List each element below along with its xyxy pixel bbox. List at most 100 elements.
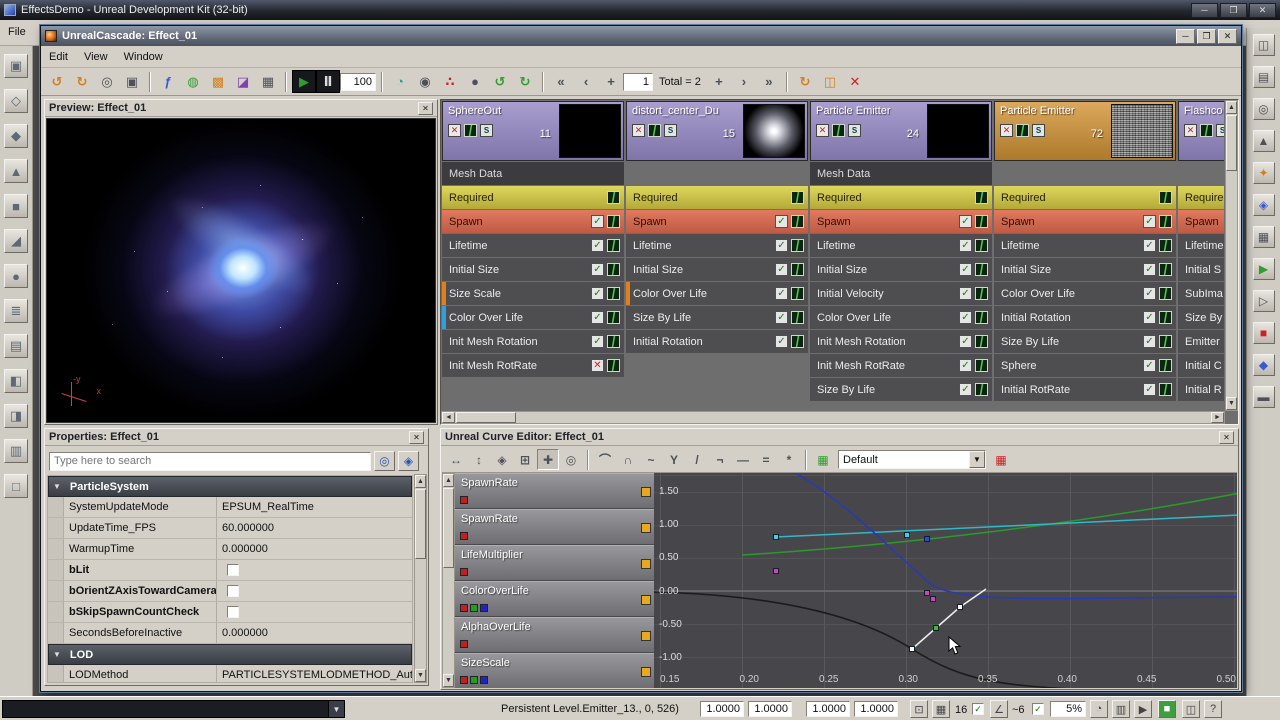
content-browser-icon[interactable]: ▤ bbox=[1253, 66, 1275, 88]
create-tab-icon[interactable]: ▦ bbox=[812, 449, 834, 470]
module-row[interactable]: Lifetime bbox=[626, 234, 808, 257]
cascade-minimize-button[interactable]: ─ bbox=[1176, 29, 1195, 44]
module-enabled-checkbox[interactable] bbox=[775, 335, 788, 348]
tangent-auto-icon[interactable]: ⌒ bbox=[594, 449, 616, 470]
property-value[interactable]: 60.000000 bbox=[216, 518, 412, 538]
emitter-enabled-checkbox[interactable]: ✕ bbox=[816, 124, 829, 137]
brush-cylinder-icon[interactable]: ● bbox=[4, 264, 28, 288]
property-value[interactable] bbox=[216, 581, 412, 601]
curve-channel-toggle[interactable] bbox=[480, 604, 488, 612]
fit-all-icon[interactable]: ◈ bbox=[491, 449, 513, 470]
matinee-icon[interactable]: ▬ bbox=[1253, 386, 1275, 408]
module-curve-icon[interactable] bbox=[1159, 287, 1172, 300]
module-curve-icon[interactable] bbox=[607, 335, 620, 348]
module-enabled-checkbox[interactable] bbox=[1143, 335, 1156, 348]
module-row[interactable]: Initial Size bbox=[994, 258, 1176, 281]
module-curve-icon[interactable] bbox=[607, 263, 620, 276]
drag-grid-icon[interactable]: ▦ bbox=[932, 700, 950, 718]
motion-radius-icon[interactable]: ◍ bbox=[181, 70, 205, 93]
build-paths-icon[interactable]: ◈ bbox=[1253, 194, 1275, 216]
menu-item[interactable]: View bbox=[76, 51, 116, 63]
module-enabled-checkbox[interactable] bbox=[959, 239, 972, 252]
play-on-device-icon[interactable]: ▷ bbox=[1253, 290, 1275, 312]
kismet-icon[interactable]: ◆ bbox=[1253, 354, 1275, 376]
module-curve-icon[interactable] bbox=[975, 191, 988, 204]
module-row[interactable]: Initial Rotation bbox=[994, 306, 1176, 329]
realtime-icon[interactable]: ◉ bbox=[413, 70, 437, 93]
lod-duplicate-icon[interactable]: ◫ bbox=[818, 70, 842, 93]
zoom-mode-icon[interactable]: ◎ bbox=[560, 449, 582, 470]
autosave-icon[interactable]: ◔ bbox=[1090, 700, 1108, 718]
emitter-curve-icon[interactable] bbox=[464, 124, 477, 137]
property-checkbox[interactable] bbox=[227, 585, 239, 597]
module-enabled-checkbox[interactable] bbox=[775, 215, 788, 228]
advanced-search-icon[interactable]: ◈ bbox=[398, 451, 419, 471]
property-value[interactable] bbox=[216, 602, 412, 622]
module-row[interactable]: Mesh Data bbox=[442, 162, 624, 185]
property-row[interactable]: ▼ ParticleSystem bbox=[48, 476, 412, 497]
sim-speed-field[interactable]: 100 bbox=[340, 73, 376, 91]
module-enabled-checkbox[interactable] bbox=[959, 287, 972, 300]
lod-insert-after-button[interactable]: + bbox=[707, 70, 731, 93]
brush-cube-icon[interactable]: ■ bbox=[4, 194, 28, 218]
loop-icon[interactable]: ◔ bbox=[388, 70, 412, 93]
orbit-mode-icon[interactable]: ƒ bbox=[156, 70, 180, 93]
redo-icon[interactable]: ↻ bbox=[513, 70, 537, 93]
preview-viewport[interactable]: x -y bbox=[46, 118, 436, 423]
emitter-column[interactable]: Particle Emitter ✕ S 24 Mesh Data bbox=[810, 101, 992, 410]
module-enabled-checkbox[interactable] bbox=[775, 263, 788, 276]
save-thumbnail-icon[interactable]: ▣ bbox=[120, 70, 144, 93]
module-curve-icon[interactable] bbox=[1159, 335, 1172, 348]
module-row[interactable] bbox=[1178, 162, 1224, 185]
brush-stairs-icon[interactable]: ≣ bbox=[4, 299, 28, 323]
emitter-enabled-checkbox[interactable]: ✕ bbox=[632, 124, 645, 137]
curve-visibility-toggle[interactable] bbox=[641, 559, 651, 569]
module-curve-icon[interactable] bbox=[975, 359, 988, 372]
module-curve-icon[interactable] bbox=[975, 335, 988, 348]
module-enabled-checkbox[interactable] bbox=[1143, 239, 1156, 252]
curve-visibility-toggle[interactable] bbox=[641, 595, 651, 605]
emitter-header[interactable]: distort_center_Du ✕ S 15 bbox=[626, 101, 808, 161]
file-menu[interactable]: File bbox=[8, 26, 26, 38]
property-row[interactable]: ▼ bOrientZAxisTowardCamera bbox=[48, 581, 412, 602]
module-row[interactable]: Sphere bbox=[994, 354, 1176, 377]
emitter-curve-icon[interactable] bbox=[648, 124, 661, 137]
module-row[interactable]: Size By bbox=[1178, 306, 1224, 329]
curve-channel-toggle[interactable] bbox=[460, 532, 468, 540]
show-all-tangents-icon[interactable]: * bbox=[778, 449, 800, 470]
background-color-icon[interactable]: ▩ bbox=[206, 70, 230, 93]
module-row[interactable]: Size By Life bbox=[810, 378, 992, 401]
os-minimize-button[interactable]: ─ bbox=[1191, 3, 1218, 18]
module-curve-icon[interactable] bbox=[1159, 383, 1172, 396]
tangent-auto-clamped-icon[interactable]: ∩ bbox=[617, 449, 639, 470]
module-curve-icon[interactable] bbox=[1159, 263, 1172, 276]
lod-lowest-button[interactable]: « bbox=[549, 70, 573, 93]
curve-visibility-toggle[interactable] bbox=[641, 487, 651, 497]
module-curve-icon[interactable] bbox=[607, 359, 620, 372]
module-enabled-checkbox[interactable] bbox=[591, 335, 604, 348]
module-row[interactable]: SubIma bbox=[1178, 282, 1224, 305]
property-row[interactable]: ▼ bSkipSpawnCountCheck bbox=[48, 602, 412, 623]
restart-sim-icon[interactable]: ↺ bbox=[45, 70, 69, 93]
module-row[interactable]: Initial R bbox=[1178, 378, 1224, 401]
category-expand-icon[interactable]: ▼ bbox=[53, 650, 61, 659]
curve-visibility-toggle[interactable] bbox=[641, 667, 651, 677]
module-enabled-checkbox[interactable] bbox=[1143, 263, 1156, 276]
brush-wedge-icon[interactable]: ◢ bbox=[4, 229, 28, 253]
preview-close-icon[interactable]: ✕ bbox=[418, 102, 433, 115]
search-icon[interactable]: ◎ bbox=[374, 451, 395, 471]
module-curve-icon[interactable] bbox=[791, 335, 804, 348]
toggle-grid-icon[interactable]: ▦ bbox=[256, 70, 280, 93]
module-enabled-checkbox[interactable] bbox=[775, 239, 788, 252]
module-curve-icon[interactable] bbox=[975, 383, 988, 396]
emitter-solo-toggle[interactable]: S bbox=[1216, 124, 1224, 137]
stats-icon[interactable]: ▥ bbox=[1112, 700, 1130, 718]
module-row[interactable]: Required bbox=[442, 186, 624, 209]
module-enabled-checkbox[interactable] bbox=[1143, 383, 1156, 396]
module-enabled-checkbox[interactable] bbox=[775, 287, 788, 300]
module-row[interactable]: Lifetime bbox=[994, 234, 1176, 257]
volume-mode-icon[interactable]: ▥ bbox=[4, 439, 28, 463]
module-curve-icon[interactable] bbox=[1159, 359, 1172, 372]
emitter-column[interactable]: Particle Emitter ✕ S 72 bbox=[994, 101, 1176, 410]
curve-tab-dropdown[interactable]: Default ▼ bbox=[838, 450, 986, 469]
